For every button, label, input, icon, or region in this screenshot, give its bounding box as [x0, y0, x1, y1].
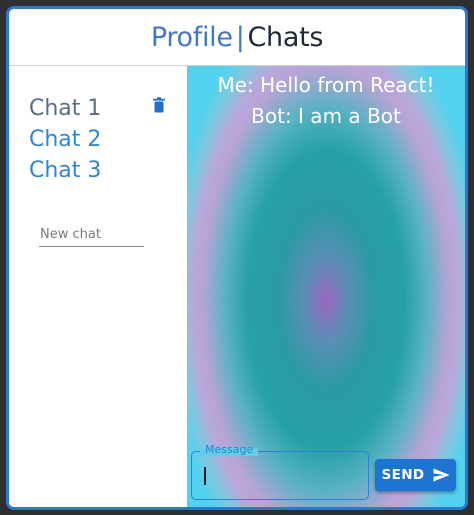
trash-icon[interactable]	[152, 97, 166, 113]
chat-list-item-2[interactable]: Chat 2	[29, 127, 101, 152]
message-input[interactable]	[204, 464, 358, 490]
chat-list-item-3[interactable]: Chat 3	[29, 158, 101, 183]
send-button-label: SEND	[381, 467, 425, 483]
message-field[interactable]: Message	[191, 443, 369, 500]
chat-list-item-1[interactable]: Chat 1	[29, 96, 101, 121]
app-header: Profile | Chats	[9, 9, 465, 66]
send-icon	[433, 468, 450, 482]
chat-list-sidebar: Chat 1 Chat 2 Chat 3	[9, 66, 187, 507]
new-chat-input[interactable]	[39, 222, 144, 247]
message-item-1: Me: Hello from React!	[217, 73, 435, 97]
chat-message-area: Me: Hello from React! Bot: I am a Bot Me…	[187, 66, 465, 507]
nav-separator: |	[235, 21, 245, 53]
nav-link-chats[interactable]: Chats	[247, 22, 323, 53]
send-button[interactable]: SEND	[375, 459, 456, 491]
message-field-label: Message	[200, 443, 259, 456]
text-cursor	[204, 467, 206, 485]
app-window: Profile | Chats Chat 1 Chat 2 Chat 3 Me:…	[6, 6, 468, 510]
nav-link-profile[interactable]: Profile	[151, 22, 233, 53]
message-item-2: Bot: I am a Bot	[251, 104, 401, 128]
